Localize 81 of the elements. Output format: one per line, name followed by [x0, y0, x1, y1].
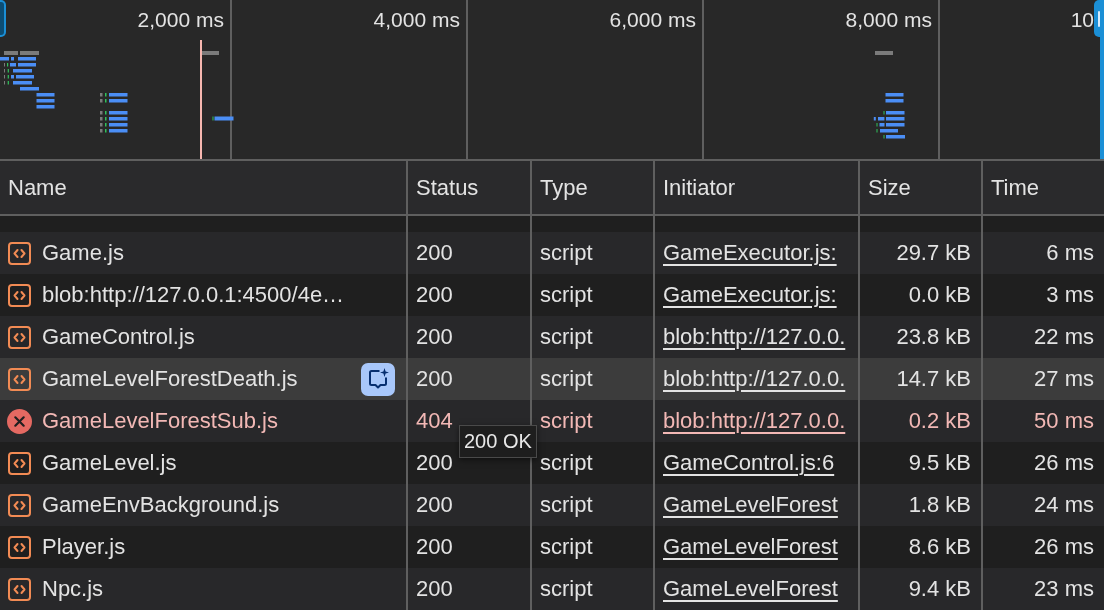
- request-time: 50 ms: [1034, 408, 1094, 434]
- file-name: GameLevelForestSub.js: [42, 408, 278, 434]
- status-code: 200: [416, 576, 453, 602]
- file-name: Game.js: [42, 240, 124, 266]
- transfer-size: 23.8 kB: [896, 324, 971, 350]
- initiator-link[interactable]: GameLevelForest: [663, 576, 838, 602]
- column-header[interactable]: Name: [0, 161, 406, 214]
- column-header[interactable]: Status: [406, 161, 530, 214]
- request-bars: [0, 51, 55, 109]
- request-time: 27 ms: [1034, 366, 1094, 392]
- transfer-size: 14.7 kB: [896, 366, 971, 392]
- request-bars: [212, 116, 234, 121]
- initiator-link[interactable]: GameExecutor.js:: [663, 240, 837, 266]
- time-label: 2,000 ms: [137, 8, 224, 32]
- transfer-size: 9.5 kB: [908, 450, 971, 476]
- status-code: 200: [416, 240, 453, 266]
- initiator-link[interactable]: blob:http://127.0.0.: [663, 324, 846, 350]
- resource-type: script: [540, 450, 593, 476]
- file-name: blob:http://127.0.0.1:4500/4e…: [42, 282, 345, 308]
- status-code: 200: [416, 450, 453, 476]
- request-time: 26 ms: [1034, 534, 1094, 560]
- time-label: 8,000 ms: [845, 8, 932, 32]
- request-bars: [100, 93, 128, 133]
- range-handle[interactable]: [0, 0, 6, 37]
- initiator-link[interactable]: GameControl.js:6: [663, 450, 835, 476]
- column-header[interactable]: Size: [858, 161, 981, 214]
- request-row[interactable]: Game.js 200 script GameExecutor.js: 29.7 kB 6 ms: [0, 232, 1104, 274]
- column-header[interactable]: Initiator: [653, 161, 858, 214]
- request-bars: [873, 93, 905, 139]
- request-bars: [202, 51, 219, 55]
- resource-type: script: [540, 534, 593, 560]
- status-code: 200: [416, 324, 453, 350]
- file-name: Npc.js: [42, 576, 104, 602]
- transfer-size: 0.0 kB: [908, 282, 971, 308]
- status-code: 200: [416, 282, 453, 308]
- request-bars: [875, 51, 893, 55]
- column-header[interactable]: Type: [530, 161, 653, 214]
- time-label: 4,000 ms: [373, 8, 460, 32]
- resource-type: script: [540, 492, 593, 518]
- request-row[interactable]: GameLevelForestDeath.js 200 script blob:http://127.0.0. 14.7 kB 27 ms: [0, 358, 1104, 400]
- request-row[interactable]: GameEnvBackground.js 200 script GameLevelForest 1.8 kB 24 ms: [0, 484, 1104, 526]
- request-time: 3 ms: [1046, 282, 1094, 308]
- initiator-link[interactable]: GameExecutor.js:: [663, 282, 837, 308]
- initiator-link[interactable]: blob:http://127.0.0.: [663, 408, 846, 434]
- range-handle[interactable]: [1094, 0, 1104, 37]
- resource-type: script: [540, 366, 593, 392]
- request-time: 6 ms: [1046, 240, 1094, 266]
- request-row[interactable]: Npc.js 200 script GameLevelForest 9.4 kB 23 ms: [0, 568, 1104, 610]
- status-code: 200: [416, 492, 453, 518]
- time-label: 10: [1070, 8, 1094, 32]
- transfer-size: 9.4 kB: [908, 576, 971, 602]
- initiator-link[interactable]: blob:http://127.0.0.: [663, 366, 846, 392]
- request-time: 23 ms: [1034, 576, 1094, 602]
- resource-type: script: [540, 324, 593, 350]
- time-label: 6,000 ms: [609, 8, 696, 32]
- transfer-size: 29.7 kB: [896, 240, 971, 266]
- file-name: GameControl.js: [42, 324, 195, 350]
- column-header[interactable]: Time: [981, 161, 1104, 214]
- status-code: 200: [416, 366, 453, 392]
- resource-type: script: [540, 408, 593, 434]
- ask-ai-button[interactable]: [361, 362, 395, 396]
- request-time: 26 ms: [1034, 450, 1094, 476]
- request-row[interactable]: GameControl.js 200 script blob:http://127.0.0. 23.8 kB 22 ms: [0, 316, 1104, 358]
- initiator-link[interactable]: GameLevelForest: [663, 492, 838, 518]
- request-time: 24 ms: [1034, 492, 1094, 518]
- resource-type: script: [540, 240, 593, 266]
- initiator-link[interactable]: GameLevelForest: [663, 534, 838, 560]
- file-name: GameLevel.js: [42, 450, 177, 476]
- file-name: Player.js: [42, 534, 126, 560]
- tooltip: 200 OK: [459, 425, 537, 458]
- transfer-size: 8.6 kB: [908, 534, 971, 560]
- resource-type: script: [540, 282, 593, 308]
- request-time: 22 ms: [1034, 324, 1094, 350]
- transfer-size: 1.8 kB: [908, 492, 971, 518]
- transfer-size: 0.2 kB: [908, 408, 971, 434]
- resource-type: script: [540, 576, 593, 602]
- file-name: GameLevelForestDeath.js: [42, 366, 298, 392]
- status-code: 200: [416, 534, 453, 560]
- file-name: GameEnvBackground.js: [42, 492, 280, 518]
- chat-sparkle-icon: [366, 367, 390, 391]
- status-code: 404: [416, 408, 453, 434]
